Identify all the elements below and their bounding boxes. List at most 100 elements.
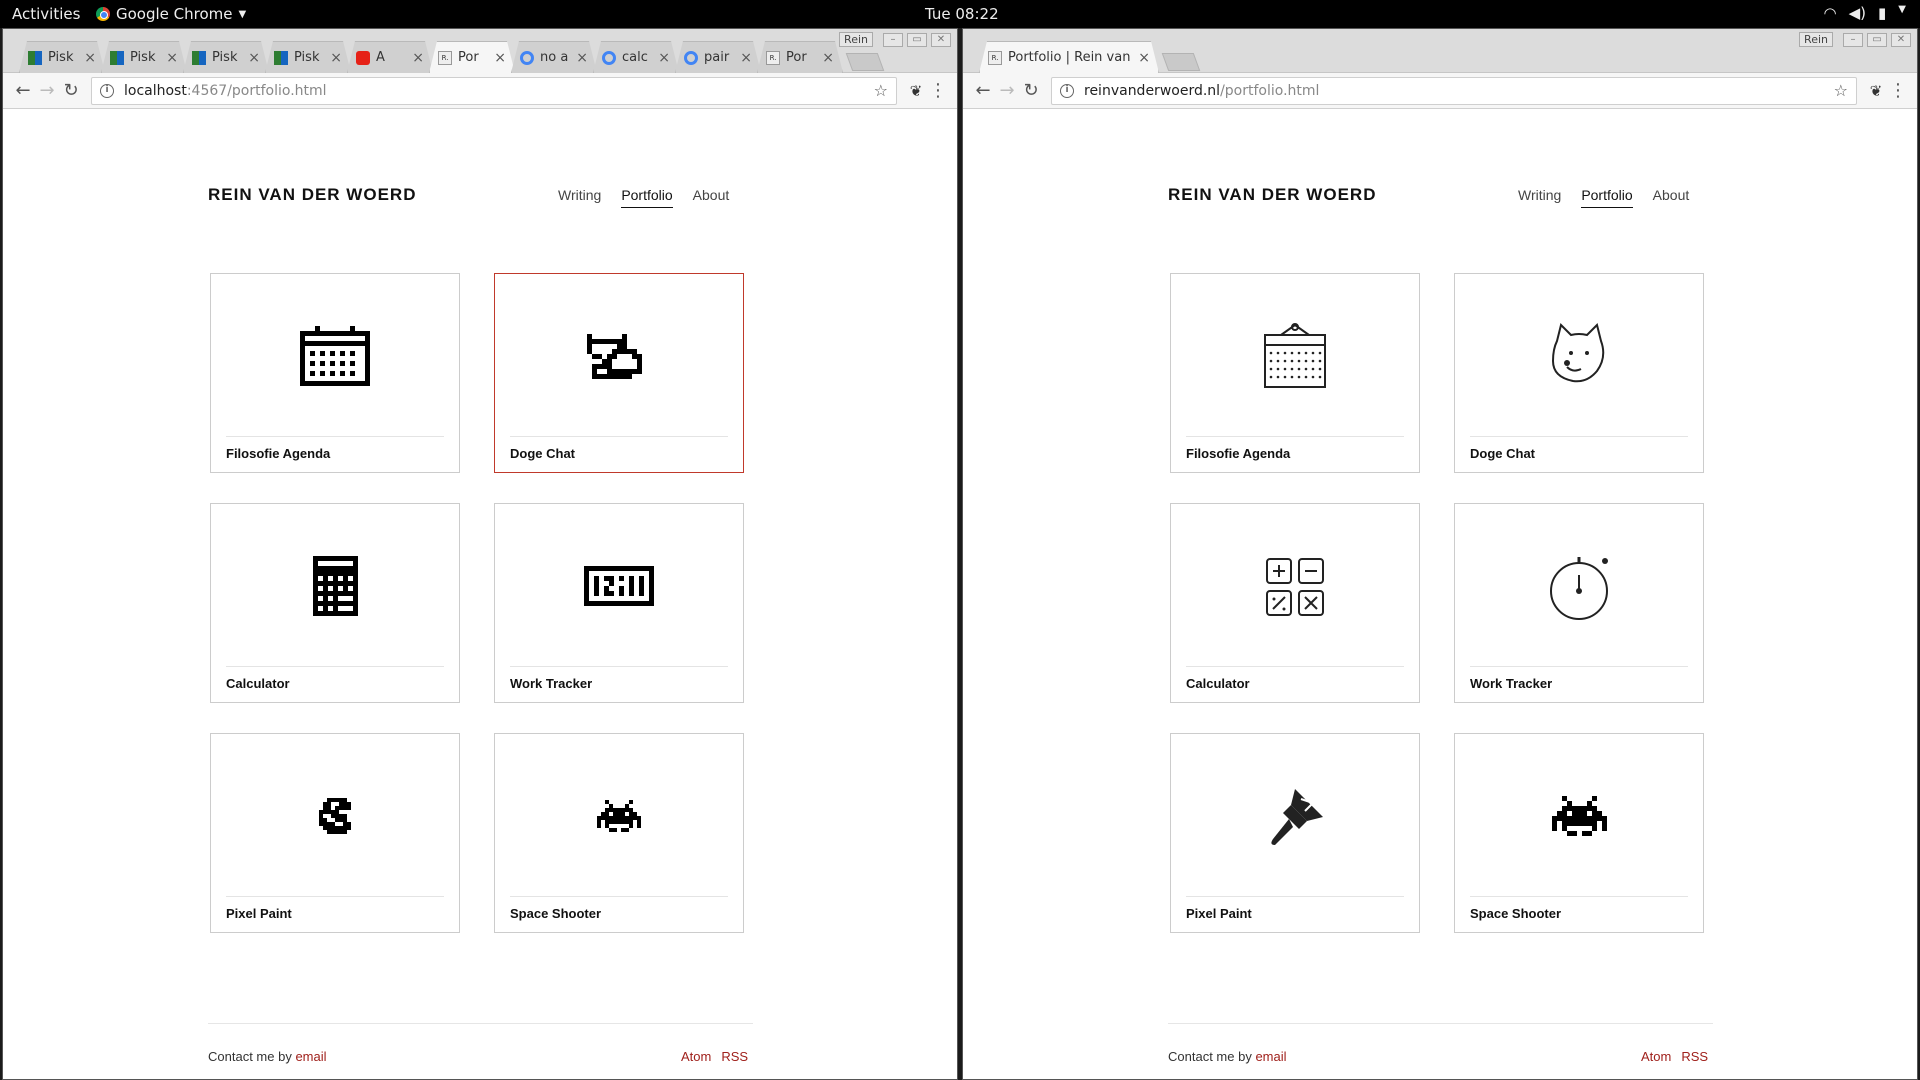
project-card[interactable]: Filosofie Agenda (210, 273, 460, 473)
info-icon[interactable]: i (1060, 83, 1074, 98)
nav-link-writing[interactable]: Writing (558, 187, 601, 208)
email-link[interactable]: email (1255, 1049, 1286, 1064)
forward-button[interactable]: → (35, 80, 59, 101)
space-invader-icon (495, 774, 743, 858)
tab-list: Pisk × Pisk × Pisk × Pisk × A × R. Por × no a × calc × pa… (19, 41, 885, 73)
browser-tab[interactable]: calc × (593, 41, 679, 73)
tab-close-icon[interactable]: × (1138, 50, 1150, 66)
profile-button[interactable]: Rein (839, 32, 873, 47)
volume-icon: ◀) (1848, 4, 1867, 22)
profile-button[interactable]: Rein (1799, 32, 1833, 47)
project-card[interactable]: Calculator (1170, 503, 1420, 703)
minimize-button[interactable]: – (883, 32, 903, 47)
browser-tab[interactable]: Pisk × (101, 41, 187, 73)
project-card[interactable]: Calculator (210, 503, 460, 703)
reload-button[interactable]: ↻ (59, 80, 83, 101)
rss-link[interactable]: RSS (721, 1049, 748, 1064)
evernote-extension-icon[interactable]: ❦ (905, 82, 927, 100)
project-card[interactable]: Pixel Paint (1170, 733, 1420, 933)
tab-close-icon[interactable]: × (576, 50, 588, 66)
address-bar[interactable]: i reinvanderwoerd.nl/portfolio.html ☆ (1051, 76, 1857, 105)
activities-button[interactable]: Activities (12, 5, 80, 23)
tab-close-icon[interactable]: × (494, 50, 506, 66)
project-card[interactable]: Space Shooter (1454, 733, 1704, 933)
bookmark-star-icon[interactable]: ☆ (874, 81, 888, 100)
project-card[interactable]: Work Tracker (494, 503, 744, 703)
clock[interactable]: Tue 08:22 (925, 5, 999, 23)
new-tab-button[interactable] (845, 53, 885, 71)
chrome-menu-icon[interactable]: ⋮ (1887, 80, 1909, 101)
tab-favicon-icon: R. (766, 51, 780, 65)
nav-link-about[interactable]: About (693, 187, 730, 208)
minimize-button[interactable]: – (1843, 32, 1863, 47)
tab-strip: R. Portfolio | Rein van de × Rein – ▭ ✕ (963, 29, 1917, 73)
tab-close-icon[interactable]: × (822, 50, 834, 66)
project-card[interactable]: Filosofie Agenda (1170, 273, 1420, 473)
browser-tab[interactable]: R. Por × (757, 41, 843, 73)
reload-button[interactable]: ↻ (1019, 80, 1043, 101)
site-title[interactable]: REIN VAN DER WOERD (208, 185, 416, 205)
close-window-button[interactable]: ✕ (931, 32, 951, 47)
footer-divider (208, 1023, 753, 1024)
bookmark-star-icon[interactable]: ☆ (1834, 81, 1848, 100)
url-path: :4567/portfolio.html (186, 82, 327, 99)
nav-link-about[interactable]: About (1653, 187, 1690, 208)
card-divider (226, 436, 444, 437)
nav-link-writing[interactable]: Writing (1518, 187, 1561, 208)
browser-tab[interactable]: Pisk × (265, 41, 351, 73)
tab-close-icon[interactable]: × (330, 50, 342, 66)
calculator-icon (1171, 544, 1419, 628)
window-controls: Rein – ▭ ✕ (1799, 32, 1911, 47)
browser-tab[interactable]: R. Por × (429, 41, 515, 73)
project-card[interactable]: Work Tracker (1454, 503, 1704, 703)
new-tab-button[interactable] (1161, 53, 1201, 71)
tab-close-icon[interactable]: × (84, 50, 96, 66)
card-divider (510, 436, 728, 437)
back-button[interactable]: ← (11, 80, 35, 101)
email-link[interactable]: email (295, 1049, 326, 1064)
site-title[interactable]: REIN VAN DER WOERD (1168, 185, 1376, 205)
tab-favicon-icon (192, 51, 206, 65)
forward-button[interactable]: → (995, 80, 1019, 101)
evernote-extension-icon[interactable]: ❦ (1865, 82, 1887, 100)
project-card[interactable]: Doge Chat (494, 273, 744, 473)
back-button[interactable]: ← (971, 80, 995, 101)
browser-tab[interactable]: A × (347, 41, 433, 73)
address-bar[interactable]: i localhost:4567/portfolio.html ☆ (91, 76, 897, 105)
tab-title: Pisk (48, 50, 74, 65)
url-host: localhost (124, 82, 187, 99)
atom-link[interactable]: Atom (681, 1049, 711, 1064)
browser-tab[interactable]: no a × (511, 41, 597, 73)
browser-tab[interactable]: Pisk × (19, 41, 105, 73)
tab-close-icon[interactable]: × (658, 50, 670, 66)
tab-close-icon[interactable]: × (412, 50, 424, 66)
atom-link[interactable]: Atom (1641, 1049, 1671, 1064)
tab-title: Portfolio | Rein van de (1008, 50, 1131, 65)
rss-link[interactable]: RSS (1681, 1049, 1708, 1064)
chrome-menu-icon[interactable]: ⋮ (927, 80, 949, 101)
project-card[interactable]: Space Shooter (494, 733, 744, 933)
browser-tab[interactable]: pair × (675, 41, 761, 73)
close-window-button[interactable]: ✕ (1891, 32, 1911, 47)
project-title: Calculator (226, 676, 290, 691)
app-menu[interactable]: Google Chrome ▼ (96, 5, 246, 23)
browser-tab[interactable]: Pisk × (183, 41, 269, 73)
tab-favicon-icon (602, 51, 616, 65)
nav-link-portfolio[interactable]: Portfolio (621, 187, 673, 208)
nav-link-portfolio[interactable]: Portfolio (1581, 187, 1633, 208)
system-tray[interactable]: ◠ ◀) ▮ ▼ (1824, 4, 1906, 22)
project-card[interactable]: Doge Chat (1454, 273, 1704, 473)
gnome-top-bar: Activities Google Chrome ▼ Tue 08:22 ◠ ◀… (0, 0, 1920, 28)
project-card[interactable]: Pixel Paint (210, 733, 460, 933)
tab-close-icon[interactable]: × (248, 50, 260, 66)
tab-close-icon[interactable]: × (166, 50, 178, 66)
maximize-button[interactable]: ▭ (907, 32, 927, 47)
browser-tab[interactable]: R. Portfolio | Rein van de × (979, 41, 1159, 73)
stopwatch-icon (495, 544, 743, 628)
maximize-button[interactable]: ▭ (1867, 32, 1887, 47)
tab-list: R. Portfolio | Rein van de × (979, 41, 1201, 73)
info-icon[interactable]: i (100, 83, 114, 98)
tab-close-icon[interactable]: × (740, 50, 752, 66)
footer-divider (1168, 1023, 1713, 1024)
project-title: Doge Chat (510, 446, 575, 461)
